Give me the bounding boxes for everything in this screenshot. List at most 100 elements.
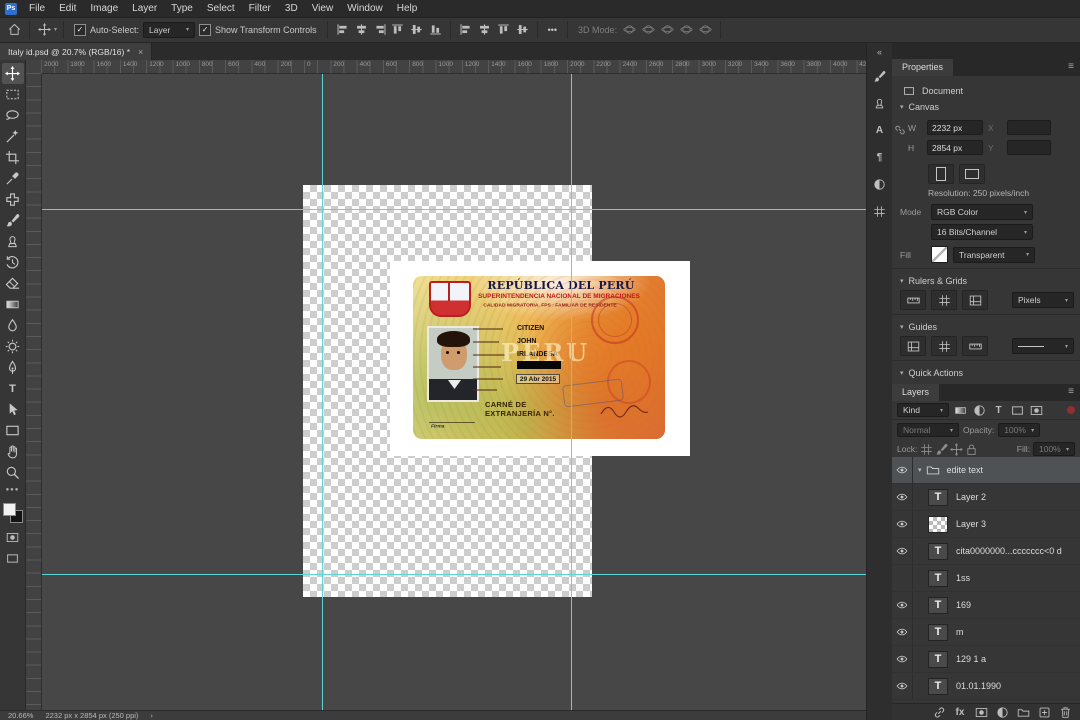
history-brush-tool[interactable] (2, 252, 24, 273)
layer-visibility-toggle[interactable] (892, 619, 913, 645)
layer-visibility-toggle[interactable] (892, 565, 913, 591)
glyphs-icon[interactable] (872, 176, 888, 192)
layer-effects-icon[interactable]: fx (953, 705, 967, 719)
layer-fill-input[interactable]: 100% ▾ (1033, 442, 1075, 456)
current-tool-icon[interactable] (36, 21, 53, 38)
layer-row[interactable]: Tcita0000000...ccccccc<0 d (892, 538, 1080, 565)
distribute-left-icon[interactable] (457, 21, 474, 38)
collapse-panels-icon[interactable]: « (877, 47, 882, 57)
screen-mode-icon[interactable] (6, 552, 19, 565)
zoom-tool[interactable] (2, 462, 24, 483)
paragraph-icon[interactable]: ¶ (872, 149, 888, 165)
smart-filter-icon[interactable] (1028, 402, 1045, 419)
canvas-area[interactable]: 2000 1800 1600 1400 1200 1000 800 600 400 200 0 200… (26, 60, 866, 710)
more-align-options-icon[interactable]: ••• (548, 25, 557, 35)
character-icon[interactable]: A (872, 122, 888, 138)
guide-layout-icon[interactable] (900, 336, 926, 356)
panel-menu-icon[interactable]: ≡ (1068, 384, 1080, 401)
blend-mode-dropdown[interactable]: Normal ▾ (897, 423, 959, 437)
eraser-tool[interactable] (2, 273, 24, 294)
menu-3d[interactable]: 3D (278, 0, 305, 17)
menu-edit[interactable]: Edit (52, 0, 83, 17)
menu-window[interactable]: Window (340, 0, 390, 17)
link-layers-icon[interactable] (932, 705, 946, 719)
lock-transparent-icon[interactable] (920, 443, 933, 456)
clone-stamp-tool[interactable] (2, 231, 24, 252)
delete-layer-icon[interactable] (1058, 705, 1072, 719)
bit-depth-dropdown[interactable]: 16 Bits/Channel ▾ (931, 224, 1033, 240)
fill-dropdown[interactable]: Transparent ▾ (953, 246, 1035, 263)
menu-image[interactable]: Image (83, 0, 125, 17)
panel-menu-icon[interactable]: ≡ (1068, 59, 1080, 76)
color-mode-dropdown[interactable]: RGB Color ▾ (931, 204, 1033, 220)
marquee-tool[interactable] (2, 84, 24, 105)
portrait-orientation-button[interactable] (928, 164, 954, 184)
foreground-background-swatch[interactable] (2, 503, 23, 523)
height-input[interactable]: 2854 px (927, 140, 983, 155)
menu-filter[interactable]: Filter (242, 0, 278, 17)
ruler-origin-corner[interactable] (26, 60, 42, 74)
zoom-3d-icon[interactable] (697, 21, 714, 38)
opacity-input[interactable]: 100% ▾ (998, 423, 1041, 437)
layer-row[interactable]: T 169 (892, 592, 1080, 619)
brush-tool[interactable] (2, 210, 24, 231)
rulers-icon[interactable] (900, 290, 926, 310)
layer-visibility-toggle[interactable] (892, 673, 913, 699)
dodge-tool[interactable] (2, 336, 24, 357)
layer-row[interactable]: T Layer 2 (892, 484, 1080, 511)
lasso-tool[interactable] (2, 105, 24, 126)
new-layer-icon[interactable] (1037, 705, 1051, 719)
layer-row[interactable]: T 129 1 a (892, 646, 1080, 673)
card-background-layer[interactable]: REPÚBLICA DEL PERÚ SUPERINTENDENCIA NACI… (390, 261, 690, 456)
layer-visibility-toggle[interactable] (892, 511, 913, 537)
gradient-tool[interactable] (2, 294, 24, 315)
shape-filter-icon[interactable] (1009, 402, 1026, 419)
lock-position-icon[interactable] (950, 443, 963, 456)
layer-row[interactable]: T 01.01.1990 (892, 673, 1080, 700)
blur-tool[interactable] (2, 315, 24, 336)
fill-swatch[interactable] (931, 246, 948, 263)
close-tab-icon[interactable]: × (138, 47, 143, 57)
quick-mask-icon[interactable] (6, 531, 19, 544)
landscape-orientation-button[interactable] (959, 164, 985, 184)
move-tool[interactable] (1, 63, 24, 84)
y-input[interactable] (1007, 140, 1051, 155)
tab-properties[interactable]: Properties (892, 59, 954, 76)
distribute-middle-icon[interactable] (514, 21, 531, 38)
lock-all-icon[interactable] (965, 443, 978, 456)
guide-horizontal[interactable] (41, 209, 866, 210)
menu-help[interactable]: Help (390, 0, 425, 17)
layer-visibility-toggle[interactable] (892, 646, 913, 672)
menu-layer[interactable]: Layer (125, 0, 164, 17)
guide-clear-icon[interactable] (962, 336, 988, 356)
clone-source-icon[interactable] (872, 95, 888, 111)
tab-layers[interactable]: Layers (892, 384, 940, 401)
brushes-icon[interactable] (872, 68, 888, 84)
foreground-color-swatch[interactable] (2, 503, 16, 516)
type-tool[interactable]: T (2, 378, 24, 399)
layer-visibility-toggle[interactable] (892, 592, 913, 618)
type-filter-icon[interactable]: T (990, 402, 1007, 419)
layer-mask-icon[interactable] (974, 705, 988, 719)
orbit-3d-icon[interactable] (621, 21, 638, 38)
slide-3d-icon[interactable] (678, 21, 695, 38)
eyedropper-tool[interactable] (2, 168, 24, 189)
link-dimensions-icon[interactable] (894, 124, 906, 136)
layer-group-icon[interactable] (1016, 705, 1030, 719)
align-center-h-icon[interactable] (353, 21, 370, 38)
guide-grid-icon[interactable] (931, 336, 957, 356)
auto-select-checkbox[interactable]: ✓ (74, 23, 87, 36)
healing-brush-tool[interactable] (2, 189, 24, 210)
menu-type[interactable]: Type (164, 0, 200, 17)
align-top-icon[interactable] (389, 21, 406, 38)
document-tab[interactable]: Italy id.psd @ 20.7% (RGB/16) * × (0, 43, 153, 60)
lock-pixels-icon[interactable] (935, 443, 948, 456)
app-logo[interactable]: Ps (5, 2, 17, 15)
align-right-icon[interactable] (372, 21, 389, 38)
zoom-level[interactable]: 20.66% (8, 711, 33, 720)
group-expand-toggle[interactable]: ▾ (918, 466, 922, 474)
layer-visibility-toggle[interactable] (892, 484, 913, 510)
menu-select[interactable]: Select (200, 0, 242, 17)
guides-icon[interactable] (962, 290, 988, 310)
pan-3d-icon[interactable] (659, 21, 676, 38)
